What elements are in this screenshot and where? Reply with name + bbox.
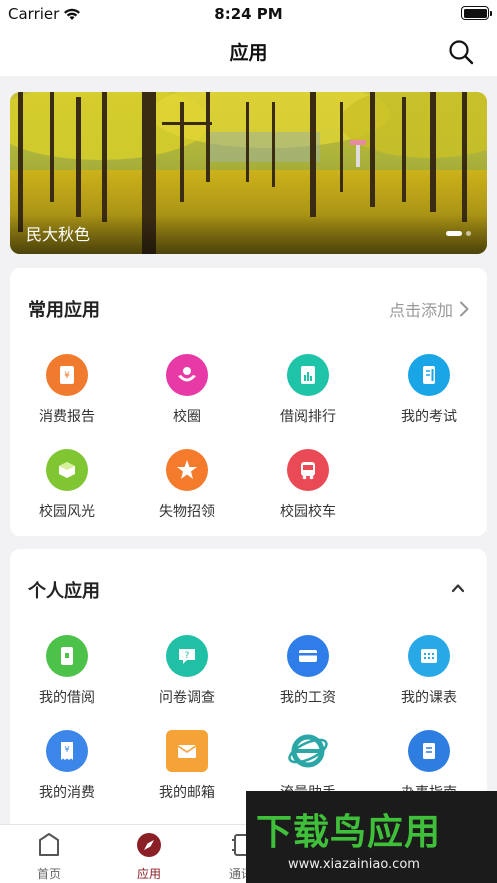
tab-label: 应用	[136, 867, 161, 881]
watermark-title: 下载鸟应用	[256, 812, 442, 853]
app-consumption-report[interactable]: ¥ 消费报告	[12, 354, 122, 426]
borrow-icon	[46, 635, 88, 677]
scenery-icon	[46, 449, 88, 491]
mail-icon	[166, 730, 208, 772]
traffic-icon	[287, 730, 329, 772]
app-label: 借阅排行	[280, 409, 336, 425]
app-campus-circle[interactable]: 校圈	[132, 354, 242, 426]
app-label: 我的消费	[39, 785, 95, 801]
app-campus-bus[interactable]: 校园校车	[253, 449, 363, 521]
page-title: 应用	[229, 42, 268, 64]
app-my-mail[interactable]: 我的邮箱	[132, 730, 242, 802]
app-label: 我的课表	[401, 690, 457, 706]
svg-text:?: ?	[185, 651, 190, 661]
app-label: 我的邮箱	[159, 785, 215, 801]
status-bar: Carrier 8:24 PM	[0, 0, 497, 28]
app-label: 我的考试	[401, 409, 457, 425]
common-apps-header: 常用应用 点击添加	[28, 296, 469, 321]
compass-icon	[137, 833, 161, 857]
svg-text:¥: ¥	[64, 371, 70, 381]
carousel-dot-active[interactable]	[446, 231, 462, 236]
schedule-icon	[408, 635, 450, 677]
tab-apps[interactable]: 应用	[119, 831, 179, 882]
guide-icon	[408, 730, 450, 772]
watermark: 下载鸟应用 www.xiazainiao.com	[246, 791, 497, 883]
app-survey[interactable]: ? 问卷调查	[132, 635, 242, 707]
bus-icon	[287, 449, 329, 491]
app-lost-found[interactable]: 失物招领	[132, 449, 242, 521]
chevron-right-icon	[460, 301, 469, 317]
nav-bar: 应用	[0, 28, 497, 76]
search-icon[interactable]	[447, 38, 475, 66]
add-apps-button[interactable]: 点击添加	[389, 297, 469, 321]
carousel-indicator	[446, 231, 471, 236]
app-borrow-ranking[interactable]: 借阅排行	[253, 354, 363, 426]
clock: 8:24 PM	[214, 5, 283, 23]
survey-icon: ?	[166, 635, 208, 677]
exam-icon	[408, 354, 450, 396]
chevron-up-icon[interactable]	[451, 581, 465, 595]
tab-label: 首页	[36, 867, 61, 881]
app-my-borrow[interactable]: 我的借阅	[12, 635, 122, 707]
app-my-consumption[interactable]: ¥ 我的消费	[12, 730, 122, 802]
salary-icon	[287, 635, 329, 677]
svg-text:¥: ¥	[64, 745, 69, 754]
section-title: 常用应用	[28, 300, 100, 321]
common-apps-section: 常用应用 点击添加 ¥ 消费报告 校圈 借阅排行 我的考试 校园风光 失物招领 …	[10, 268, 487, 536]
app-label: 我的工资	[280, 690, 336, 706]
app-label: 消费报告	[39, 409, 95, 425]
report-icon: ¥	[46, 354, 88, 396]
campus-circle-icon	[166, 354, 208, 396]
home-icon	[39, 833, 59, 856]
battery-icon	[461, 6, 492, 20]
app-label: 校园风光	[39, 504, 95, 520]
app-campus-scenery[interactable]: 校园风光	[12, 449, 122, 521]
app-my-schedule[interactable]: 我的课表	[374, 635, 484, 707]
app-label: 失物招领	[159, 504, 215, 520]
banner-caption: 民大秋色	[26, 225, 91, 244]
personal-apps-header: 个人应用	[28, 577, 469, 602]
app-label: 校圈	[173, 409, 201, 425]
add-apps-label: 点击添加	[388, 301, 453, 320]
consumption-icon: ¥	[46, 730, 88, 772]
section-title: 个人应用	[28, 581, 100, 602]
lost-found-icon	[166, 449, 208, 491]
tab-home[interactable]: 首页	[19, 831, 79, 882]
app-my-salary[interactable]: 我的工资	[253, 635, 363, 707]
app-label: 我的借阅	[39, 690, 95, 706]
app-label: 问卷调查	[159, 690, 215, 706]
app-my-exam[interactable]: 我的考试	[374, 354, 484, 426]
app-label: 校园校车	[280, 504, 336, 520]
banner-carousel[interactable]: 民大秋色	[10, 92, 487, 254]
carousel-dot[interactable]	[466, 231, 471, 236]
watermark-url: www.xiazainiao.com	[288, 857, 420, 872]
ranking-icon	[287, 354, 329, 396]
